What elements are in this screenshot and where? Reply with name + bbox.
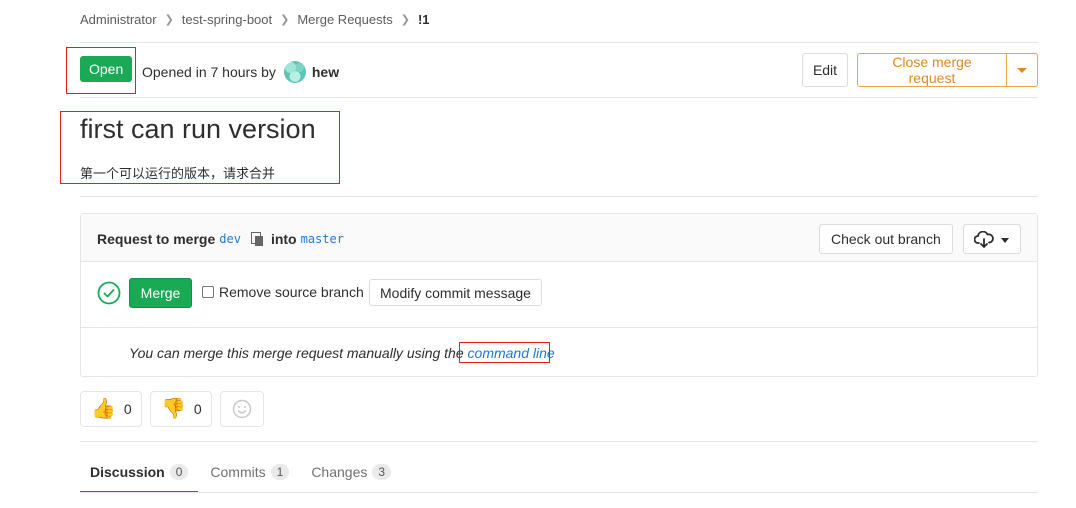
- merge-button[interactable]: Merge: [129, 278, 192, 308]
- merge-widget-body: Merge Remove source branch Modify commit…: [81, 262, 1037, 328]
- avatar[interactable]: [283, 61, 306, 83]
- chevron-right-icon: ❯: [280, 14, 290, 26]
- merge-request-tabs: Discussion 0 Commits 1 Changes 3: [80, 450, 403, 493]
- tab-discussion-count: 0: [169, 463, 189, 480]
- thumbs-down-icon: 👎: [161, 398, 186, 420]
- check-circle-icon: [97, 281, 121, 305]
- chevron-down-icon: [1001, 238, 1009, 243]
- cloud-download-icon: [974, 231, 994, 248]
- breadcrumb: Administrator ❯ test-spring-boot ❯ Merge…: [80, 12, 430, 27]
- opened-info: Opened in 7 hours by hew: [142, 61, 339, 83]
- merge-widget: Request to merge dev into master Check o…: [80, 213, 1038, 377]
- thumbs-up-award-button[interactable]: 👍 0: [80, 391, 142, 427]
- breadcrumb-item-merge-requests[interactable]: Merge Requests: [297, 12, 392, 27]
- breadcrumb-item-current[interactable]: !1: [418, 12, 430, 27]
- into-label: into: [270, 231, 297, 247]
- merge-request-header: Open Opened in 7 hours by hew Edit Close…: [80, 52, 1038, 88]
- tab-commits-label: Commits: [210, 463, 266, 480]
- tab-commits-count: 1: [270, 463, 290, 480]
- divider: [80, 492, 1038, 493]
- merge-widget-footer: You can merge this merge request manuall…: [81, 328, 1037, 376]
- thumbs-down-count: 0: [193, 401, 202, 417]
- breadcrumb-item-project[interactable]: test-spring-boot: [182, 12, 272, 27]
- divider: [80, 97, 1038, 98]
- copy-icon[interactable]: [250, 232, 263, 246]
- check-out-branch-button[interactable]: Check out branch: [819, 224, 953, 254]
- author-name[interactable]: hew: [312, 64, 339, 80]
- annotation-box-title: [60, 111, 340, 184]
- annotation-box-command-line: [459, 342, 550, 363]
- thumbs-up-count: 0: [123, 401, 132, 417]
- manual-merge-label: You can merge this merge request manuall…: [129, 345, 464, 361]
- source-branch[interactable]: dev: [219, 232, 241, 246]
- breadcrumb-item-administrator[interactable]: Administrator: [80, 12, 157, 27]
- merge-widget-header: Request to merge dev into master Check o…: [81, 214, 1037, 262]
- request-to-merge-label: Request to merge: [97, 231, 216, 247]
- opened-text: Opened in 7 hours by: [142, 64, 276, 80]
- tab-discussion-label: Discussion: [90, 463, 165, 480]
- smiley-icon: [232, 399, 252, 419]
- divider: [80, 42, 1038, 43]
- add-reaction-button[interactable]: [220, 391, 264, 427]
- tab-discussion[interactable]: Discussion 0: [80, 450, 199, 493]
- thumbs-up-icon: 👍: [91, 398, 116, 420]
- close-merge-request-group: Close merge request: [857, 53, 1038, 87]
- divider: [80, 441, 1038, 442]
- remove-source-branch-label: Remove source branch: [219, 284, 364, 300]
- tab-changes-label: Changes: [311, 463, 368, 480]
- edit-button[interactable]: Edit: [802, 53, 848, 87]
- chevron-right-icon: ❯: [164, 14, 174, 26]
- modify-commit-message-button[interactable]: Modify commit message: [369, 279, 542, 306]
- thumbs-down-award-button[interactable]: 👎 0: [150, 391, 212, 427]
- chevron-right-icon: ❯: [400, 14, 410, 26]
- divider: [80, 196, 1038, 197]
- close-merge-request-button[interactable]: Close merge request: [857, 53, 1007, 87]
- remove-source-branch-option[interactable]: Remove source branch: [202, 284, 364, 300]
- tab-changes-count: 3: [372, 463, 392, 480]
- target-branch[interactable]: master: [301, 232, 344, 246]
- merge-branch-info: Request to merge dev into master: [97, 231, 348, 247]
- tab-commits[interactable]: Commits 1: [200, 450, 299, 493]
- download-dropdown-button[interactable]: [963, 224, 1021, 254]
- close-dropdown-toggle[interactable]: [1007, 53, 1038, 87]
- remove-source-branch-checkbox[interactable]: [202, 286, 214, 298]
- annotation-box-status: [66, 47, 136, 94]
- tab-changes[interactable]: Changes 3: [301, 450, 401, 493]
